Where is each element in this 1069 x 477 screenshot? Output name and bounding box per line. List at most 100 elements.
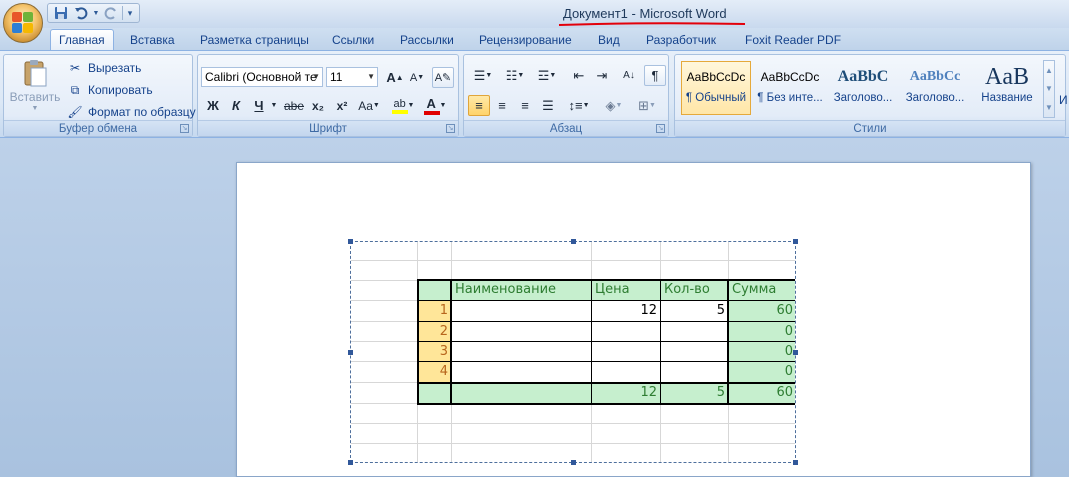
shrink-font-button[interactable]: A ▼	[406, 67, 428, 88]
name-cell[interactable]	[452, 362, 591, 382]
name-cell[interactable]	[452, 342, 591, 362]
style-heading-2[interactable]: AaBbCc Заголово...	[900, 61, 970, 115]
undo-dropdown-icon[interactable]: ▼	[92, 5, 100, 21]
sum-cell[interactable]: 0	[729, 322, 795, 342]
sum-cell[interactable]: 60	[729, 301, 795, 321]
shading-button[interactable]: ◈ ▼	[598, 95, 630, 116]
superscript-button[interactable]: x²	[331, 95, 353, 116]
line-spacing-button[interactable]: ↕≡ ▼	[564, 95, 594, 116]
office-button[interactable]	[3, 3, 43, 43]
resize-handle[interactable]	[571, 239, 576, 244]
decrease-indent-button[interactable]: ⇤	[568, 65, 590, 86]
change-styles-cut-label[interactable]: И	[1059, 93, 1068, 107]
save-icon[interactable]	[52, 5, 70, 21]
italic-button[interactable]: К	[225, 95, 247, 116]
style-title[interactable]: AaB Название	[972, 61, 1042, 115]
more-styles-icon[interactable]: ▼	[1045, 103, 1053, 112]
row-number-cell[interactable]: 3	[418, 342, 451, 362]
change-case-button[interactable]: Aa ▼	[355, 95, 383, 116]
resize-handle[interactable]	[793, 350, 798, 355]
align-center-button[interactable]: ≡	[491, 95, 513, 116]
highlight-button[interactable]: ab ▼	[388, 95, 418, 116]
resize-handle[interactable]	[348, 239, 353, 244]
chevron-up-icon[interactable]: ▲	[1045, 66, 1053, 75]
header-cell-sum[interactable]: Сумма	[729, 280, 795, 300]
tab-developer[interactable]: Разработчик	[638, 31, 724, 50]
resize-handle[interactable]	[348, 350, 353, 355]
bold-button[interactable]: Ж	[202, 95, 224, 116]
clear-formatting-button[interactable]: A✎	[432, 67, 454, 88]
multilevel-list-button[interactable]: ☲ ▼	[532, 65, 562, 86]
tab-review[interactable]: Рецензирование	[471, 31, 580, 50]
style-normal[interactable]: AaBbCcDc ¶ Обычный	[681, 61, 751, 115]
name-cell[interactable]	[452, 301, 591, 321]
font-dialog-launcher-icon[interactable]: ↘	[446, 124, 455, 133]
clipboard-dialog-launcher-icon[interactable]: ↘	[180, 124, 189, 133]
header-cell-num[interactable]	[418, 280, 451, 300]
font-color-button[interactable]: A ▼	[420, 95, 450, 116]
row-number-cell[interactable]: 2	[418, 322, 451, 342]
resize-handle[interactable]	[571, 460, 576, 465]
format-painter-button[interactable]: 🖌 Формат по образцу	[66, 103, 195, 121]
price-cell[interactable]: 12	[592, 301, 660, 321]
align-left-button[interactable]: ≡	[468, 95, 490, 116]
increase-indent-button[interactable]: ⇥	[591, 65, 613, 86]
tab-view[interactable]: Вид	[590, 31, 628, 50]
totals-price-cell[interactable]: 12	[592, 383, 660, 403]
sum-cell[interactable]: 0	[729, 362, 795, 382]
resize-handle[interactable]	[793, 460, 798, 465]
sum-cell[interactable]: 0	[729, 342, 795, 362]
price-cell[interactable]	[592, 342, 660, 362]
qty-cell[interactable]	[661, 342, 728, 362]
undo-icon[interactable]	[72, 5, 90, 21]
resize-handle[interactable]	[348, 460, 353, 465]
redo-icon[interactable]	[102, 5, 120, 21]
header-cell-qty[interactable]: Кол-во	[661, 280, 728, 300]
tab-page-layout[interactable]: Разметка страницы	[192, 31, 317, 50]
tab-mailings[interactable]: Рассылки	[392, 31, 462, 50]
embedded-excel-object[interactable]: Наименование Цена Кол-во Сумма 1 12 5 60…	[351, 242, 795, 462]
subscript-button[interactable]: x₂	[307, 95, 329, 116]
header-cell-price[interactable]: Цена	[592, 280, 660, 300]
totals-sum-cell[interactable]: 60	[729, 383, 795, 403]
resize-handle[interactable]	[793, 239, 798, 244]
price-cell[interactable]	[592, 362, 660, 382]
tab-insert[interactable]: Вставка	[122, 31, 183, 50]
show-marks-button[interactable]: ¶	[644, 65, 666, 86]
font-name-combo[interactable]: Calibri (Основной те ▼	[201, 67, 323, 87]
underline-button[interactable]: Ч	[248, 95, 270, 116]
totals-qty-cell[interactable]: 5	[661, 383, 728, 403]
totals-cell-num[interactable]	[418, 383, 451, 403]
copy-button[interactable]: ⧉ Копировать	[66, 81, 153, 99]
strikethrough-button[interactable]: abe	[283, 95, 305, 116]
tab-home[interactable]: Главная	[50, 29, 114, 50]
font-size-combo[interactable]: 11 ▼	[326, 67, 378, 87]
numbering-button[interactable]: ☷ ▼	[500, 65, 530, 86]
bullets-button[interactable]: ☰ ▼	[468, 65, 498, 86]
styles-scroll[interactable]: ▲ ▼ ▼	[1043, 60, 1055, 118]
borders-button[interactable]: ⊞ ▼	[632, 95, 662, 116]
totals-cell-name[interactable]	[452, 383, 591, 403]
tab-foxit[interactable]: Foxit Reader PDF	[737, 31, 849, 50]
header-cell-name[interactable]: Наименование	[452, 280, 591, 300]
align-right-button[interactable]: ≡	[514, 95, 536, 116]
style-no-spacing[interactable]: AaBbCcDc ¶ Без инте...	[755, 61, 825, 115]
qty-cell[interactable]	[661, 322, 728, 342]
paragraph-dialog-launcher-icon[interactable]: ↘	[656, 124, 665, 133]
customize-qat-icon[interactable]: ▾	[125, 5, 135, 21]
underline-dropdown-icon[interactable]: ▼	[269, 95, 279, 116]
name-cell[interactable]	[452, 322, 591, 342]
price-cell[interactable]	[592, 322, 660, 342]
justify-button[interactable]: ☰	[537, 95, 559, 116]
qty-cell[interactable]	[661, 362, 728, 382]
chevron-down-icon[interactable]: ▼	[1045, 84, 1053, 93]
sort-button[interactable]: A↓	[618, 65, 640, 86]
row-number-cell[interactable]: 1	[418, 301, 451, 321]
row-number-cell[interactable]: 4	[418, 362, 451, 382]
style-heading-1[interactable]: AaBbC Заголово...	[828, 61, 898, 115]
tab-references[interactable]: Ссылки	[324, 31, 382, 50]
qty-cell[interactable]: 5	[661, 301, 728, 321]
grow-font-button[interactable]: A ▲	[384, 67, 406, 88]
paste-button[interactable]: Вставить ▼	[8, 58, 62, 112]
cut-button[interactable]: ✂ Вырезать	[66, 59, 141, 77]
